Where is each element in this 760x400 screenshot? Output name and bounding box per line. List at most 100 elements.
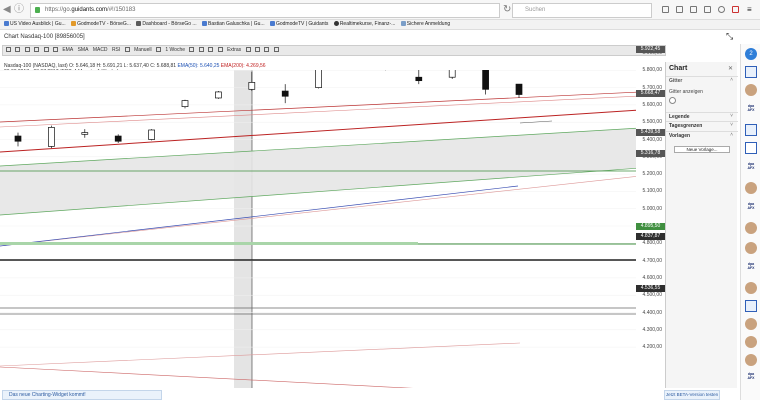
candle-down[interactable] xyxy=(14,135,22,142)
candle-down[interactable] xyxy=(515,83,523,95)
plus-icon[interactable] xyxy=(124,47,130,53)
chevron-down-icon[interactable]: ˅ xyxy=(730,113,733,119)
avatar[interactable] xyxy=(745,182,757,194)
section-legende[interactable]: Legende xyxy=(666,112,738,121)
dpa-afx-icon[interactable]: dpa AFX xyxy=(745,372,757,384)
compare-icon[interactable] xyxy=(24,47,30,53)
doc-icon[interactable] xyxy=(745,300,757,312)
candle-up[interactable] xyxy=(215,91,222,99)
manual-dropdown[interactable]: Manuell xyxy=(134,46,152,55)
zoom-in-icon[interactable] xyxy=(245,47,251,53)
draw-icon[interactable] xyxy=(43,47,49,53)
bookmarks-bar: US Video Ausblick | Gu... GodmodeTV - Bö… xyxy=(0,20,760,30)
dpa-afx-icon[interactable]: dpa AFX xyxy=(745,104,757,116)
bookmark-item[interactable]: GodmodeTV - BörseG... xyxy=(71,20,131,29)
line-icon[interactable] xyxy=(189,47,195,53)
search-input[interactable]: Suchen xyxy=(512,3,652,18)
ema200-readout: EMA(200): 4.269,56 xyxy=(220,63,266,69)
beta-test-button[interactable]: Jetzt BETA-Version testen xyxy=(664,390,720,400)
star-icon[interactable] xyxy=(662,6,669,13)
doc-icon[interactable] xyxy=(745,124,757,136)
candle-up[interactable] xyxy=(48,127,55,147)
interval-dropdown[interactable]: 1 Woche xyxy=(165,46,185,55)
bookmark-item[interactable]: Dashboard - BörseGo ... xyxy=(136,20,197,29)
candle-up[interactable] xyxy=(315,70,322,88)
axis-tick-label: 4.500,00 xyxy=(642,292,662,299)
dpa-afx-icon[interactable]: dpa AFX xyxy=(745,262,757,274)
reader-icon[interactable] xyxy=(676,6,683,13)
candle-up[interactable] xyxy=(181,100,189,107)
candle-down[interactable] xyxy=(482,70,489,90)
candle-down[interactable] xyxy=(281,90,289,97)
macd-button[interactable]: MACD xyxy=(93,46,108,55)
highlight-band xyxy=(234,70,252,388)
candle-up[interactable] xyxy=(448,70,456,78)
avatar[interactable] xyxy=(745,242,757,254)
home-icon[interactable] xyxy=(704,6,711,13)
panel-title: Chart xyxy=(669,65,688,72)
reset-icon[interactable] xyxy=(273,47,279,53)
pocket-icon[interactable] xyxy=(732,6,739,13)
avatar[interactable] xyxy=(745,84,757,96)
collapse-icon[interactable]: ⤡ xyxy=(726,32,733,41)
avatar[interactable] xyxy=(745,336,757,348)
candle-up[interactable] xyxy=(248,82,256,90)
chart-background xyxy=(0,70,665,388)
user-badge-icon[interactable]: 2 xyxy=(745,48,757,60)
charting-widget-notice[interactable]: Das neue Charting-Widget kommt! xyxy=(2,390,162,400)
chart-icon[interactable] xyxy=(745,142,757,154)
chevron-up-icon[interactable]: ˄ xyxy=(730,132,733,138)
new-template-button[interactable]: Neue Vorlage... xyxy=(674,146,730,153)
axis-tick-label: 5.400,00 xyxy=(642,136,662,143)
marker-icon[interactable] xyxy=(198,47,204,53)
section-gitter[interactable]: Gitter xyxy=(666,76,738,85)
ema-button[interactable]: EMA xyxy=(62,46,73,55)
eye-icon[interactable] xyxy=(52,47,58,53)
info-icon[interactable]: ⓘ xyxy=(14,5,24,15)
candle-up[interactable] xyxy=(148,129,155,140)
avatar[interactable] xyxy=(745,318,757,330)
dpa-afx-icon[interactable]: dpa AFX xyxy=(745,162,757,174)
download-icon[interactable] xyxy=(690,6,697,13)
chevron-down-icon[interactable]: ˅ xyxy=(730,122,733,128)
back-icon[interactable]: ◀ xyxy=(3,5,11,15)
zoom-out-icon[interactable] xyxy=(254,47,260,53)
chevron-up-icon[interactable]: ˄ xyxy=(730,77,733,83)
text-icon[interactable] xyxy=(208,47,214,53)
menu-icon[interactable]: ≡ xyxy=(747,6,754,14)
doc-icon[interactable] xyxy=(745,66,757,78)
avatar[interactable] xyxy=(745,354,757,366)
trend-icon[interactable] xyxy=(217,47,223,53)
grid-icon[interactable] xyxy=(15,47,21,53)
reload-icon[interactable]: ↻ xyxy=(503,5,511,15)
bookmark-item[interactable]: GodmodeTV | Guidants xyxy=(269,20,328,29)
avatar[interactable] xyxy=(745,282,757,294)
extras-dropdown[interactable]: Extras xyxy=(227,46,241,55)
axis-tick-label: 4.600,00 xyxy=(642,274,662,281)
sma-button[interactable]: SMA xyxy=(78,46,89,55)
dpa-afx-icon[interactable]: dpa AFX xyxy=(745,202,757,214)
url-bar[interactable]: https://go.guidants.com/#!/150183 xyxy=(30,3,500,18)
fit-icon[interactable] xyxy=(264,47,270,53)
rsi-button[interactable]: RSI xyxy=(112,46,120,55)
candle-up[interactable] xyxy=(81,132,89,135)
sync-icon[interactable] xyxy=(718,6,725,13)
section-vorlagen[interactable]: Vorlagen xyxy=(666,131,738,140)
bookmark-item[interactable]: Sichere Anmeldung xyxy=(400,20,450,29)
bookmark-item[interactable]: US Video Ausblick | Gu... xyxy=(4,20,66,29)
calendar-icon[interactable] xyxy=(155,47,161,53)
close-icon[interactable]: ✕ xyxy=(728,65,733,72)
url-host: guidants.com xyxy=(71,7,108,13)
candle-down[interactable] xyxy=(114,135,122,142)
price-chart[interactable] xyxy=(0,70,665,388)
section-tagesgrenzen[interactable]: Tagesgrenzen xyxy=(666,121,738,130)
avatar[interactable] xyxy=(745,222,757,234)
settings-icon[interactable] xyxy=(6,47,11,53)
candle-down[interactable] xyxy=(415,76,423,82)
price-axis: 5.900,00 5.800,00 5.700,00 5.600,00 5.500,00… xyxy=(636,50,665,388)
bookmark-item[interactable]: Realtimekurse, Finanz-... xyxy=(333,20,395,29)
gitter-toggle[interactable] xyxy=(669,97,676,104)
lock-icon xyxy=(35,7,40,13)
bookmark-item[interactable]: Bastian Galuschka | Gu... xyxy=(201,20,265,29)
candles-icon[interactable] xyxy=(34,47,40,53)
